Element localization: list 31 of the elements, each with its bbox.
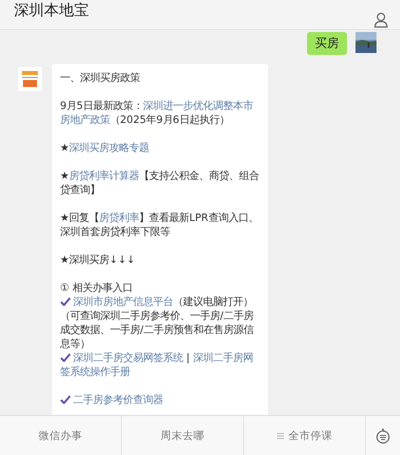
check-icon: [60, 353, 71, 362]
message-text: ① 相关办事入口: [60, 281, 134, 295]
text-link[interactable]: 二手房参考价查询器: [73, 394, 163, 406]
menu-icon: [375, 428, 391, 444]
message-text: 深圳二手房交易网签系统 | 深圳二手房网 签系统操作手册: [60, 351, 254, 379]
text-link[interactable]: 深圳二手房网: [193, 352, 254, 364]
sent-message: 买房: [307, 32, 347, 55]
message-text: 一、深圳买房政策: [60, 71, 141, 85]
text-link[interactable]: 深圳买房攻略专题: [69, 142, 150, 154]
text-link[interactable]: 房贷利率计算器: [69, 170, 140, 182]
list-icon: [276, 432, 284, 438]
menu-item[interactable]: 周末去哪: [122, 416, 244, 455]
text-link[interactable]: 房地产政策: [60, 114, 110, 126]
chat-title: 深圳本地宝: [14, 1, 89, 20]
check-icon: [60, 395, 71, 404]
text-link[interactable]: 深圳二手房交易网签系统: [73, 352, 183, 364]
message-text: ★深圳买房↓↓↓: [60, 253, 136, 267]
logo-icon: [18, 67, 42, 91]
person-icon[interactable]: [374, 12, 388, 28]
message-text: 9月5日最新政策：深圳进一步优化调整本市 房地产政策（2025年9月6日起执行）: [60, 99, 254, 127]
text-link[interactable]: 房贷利率: [99, 212, 140, 224]
check-icon: [60, 297, 71, 306]
menu-item[interactable]: 微信办事: [0, 416, 122, 455]
text-link[interactable]: 深圳市房地产信息平台: [73, 296, 173, 308]
message-text: 深圳市房地产信息平台（建议电脑打开）（可查询深圳二手房参考价、一手房/二手房成交数据、一手房/二手房预售和在售房源信息等）: [60, 295, 255, 351]
message-text: ★房贷利率计算器【支持公积金、商贷、组合贷查询】: [60, 169, 260, 197]
message-text: ★回复【房贷利率】查看最新LPR查询入口、深圳首套房贷利率下限等: [60, 211, 260, 239]
text-link[interactable]: 签系统操作手册: [60, 366, 130, 378]
message-text: ★深圳买房攻略专题: [60, 141, 150, 155]
menu-item[interactable]: 全市停课: [244, 416, 366, 455]
text-link[interactable]: 深圳进一步优化调整本市: [143, 100, 254, 112]
